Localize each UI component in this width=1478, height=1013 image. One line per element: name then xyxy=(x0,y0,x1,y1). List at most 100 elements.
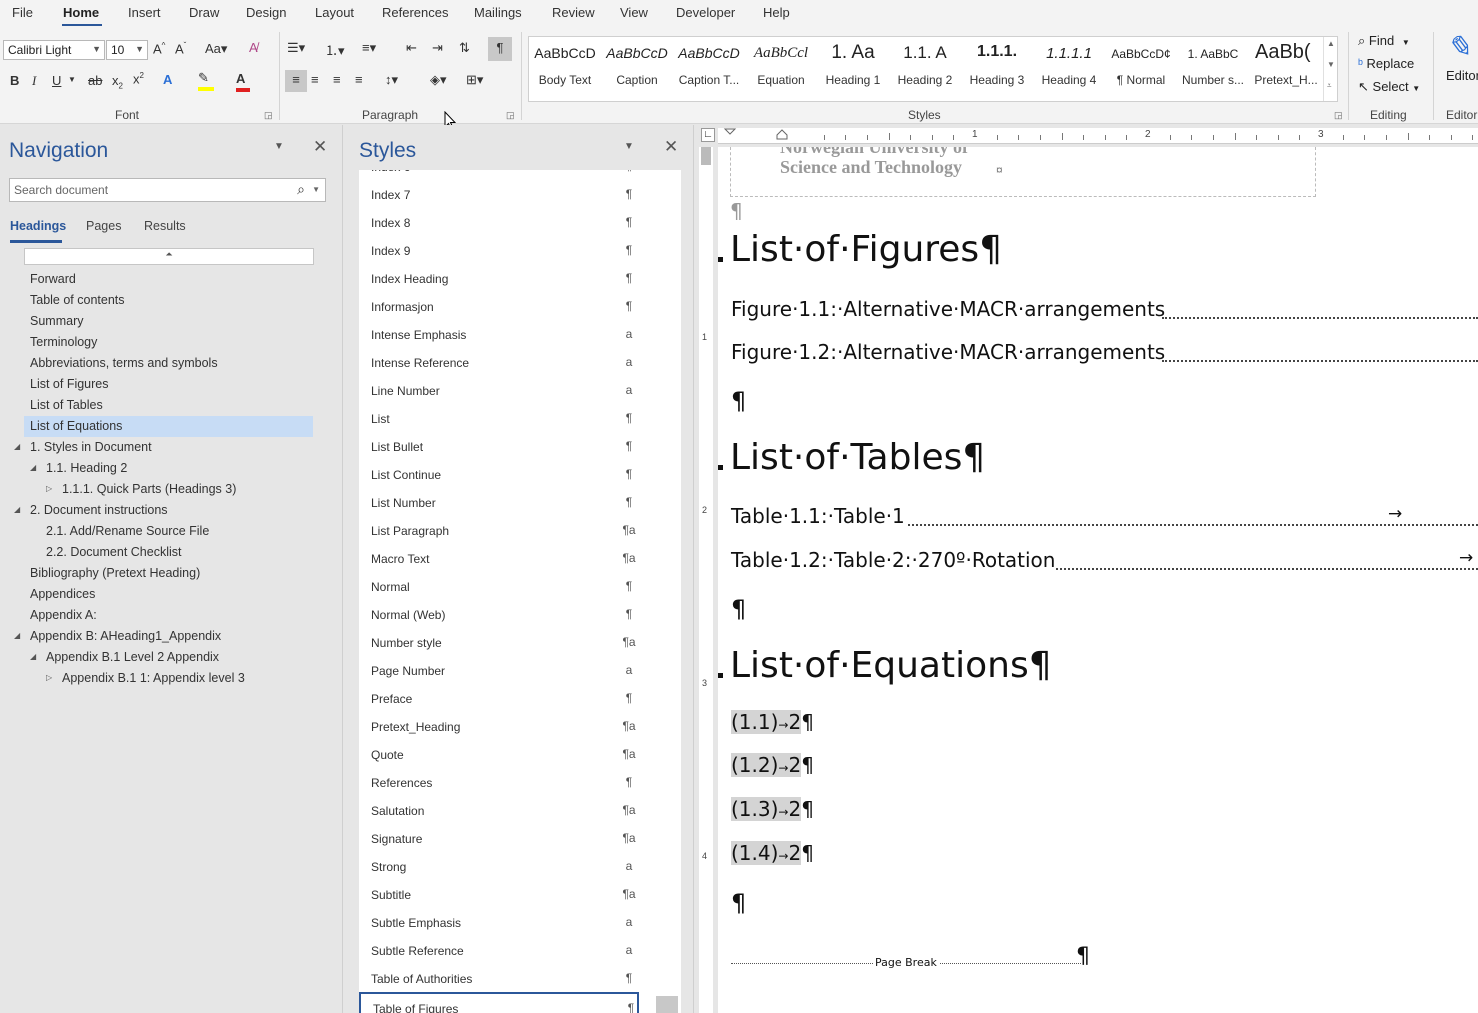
styles-dialog-launcher-icon[interactable]: ◲ xyxy=(1334,110,1343,121)
expanded-triangle-icon[interactable]: ◢ xyxy=(14,505,20,514)
pane-options-icon[interactable]: ▼ xyxy=(274,141,284,152)
line-spacing-icon[interactable]: ↕▾ xyxy=(385,72,398,88)
subscript-icon[interactable]: x2 xyxy=(112,73,123,91)
find-button[interactable]: ⌕ Find ▼ xyxy=(1358,33,1410,49)
search-input[interactable]: Search document ⌕ ▼ xyxy=(9,178,326,202)
align-left-icon[interactable]: ≡ xyxy=(285,70,307,92)
style-list-item[interactable]: Normal (Web) ¶ xyxy=(359,600,659,628)
tab-pages[interactable]: Pages xyxy=(86,219,121,233)
vertical-ruler[interactable]: 1 2 3 4 xyxy=(699,147,713,1013)
increase-indent-icon[interactable]: ⇥ xyxy=(432,40,443,56)
style-list-item[interactable]: List ¶ xyxy=(359,404,659,432)
collapsed-triangle-icon[interactable]: ▷ xyxy=(46,484,52,493)
style-list-item[interactable]: List Number ¶ xyxy=(359,488,659,516)
style-list-item[interactable]: Signature ¶a xyxy=(359,824,659,852)
style-list-item[interactable]: Subtitle ¶a xyxy=(359,880,659,908)
style-list-item[interactable]: Macro Text ¶a xyxy=(359,544,659,572)
pane-options-icon[interactable]: ▼ xyxy=(624,141,634,152)
styles-gallery-scrollbar[interactable]: ▲ ▼ ⩡ xyxy=(1323,37,1337,101)
figure-entry-1[interactable]: Figure·1.1:·Alternative·MACR·arrangement… xyxy=(731,297,1165,321)
table-entry-2[interactable]: Table·1.2:·Table·2:·270º·Rotation xyxy=(731,548,1055,572)
style-list-item[interactable]: Intense Reference a xyxy=(359,348,659,376)
nav-heading-item[interactable]: List of Figures xyxy=(24,374,313,395)
expanded-triangle-icon[interactable]: ◢ xyxy=(14,631,20,640)
equation-entry-4[interactable]: (1.4)→2¶ xyxy=(731,841,814,865)
nav-heading-item[interactable]: 2.2. Document Checklist xyxy=(24,542,313,563)
style-list-item[interactable]: Index 8 ¶ xyxy=(359,208,659,236)
style-tile-pretext-heading[interactable]: AaBb( Pretext_H... xyxy=(1249,37,1323,101)
menu-help[interactable]: Help xyxy=(763,5,790,20)
hanging-indent-marker-icon[interactable] xyxy=(773,128,791,144)
style-list-item[interactable]: Index Heading ¶ xyxy=(359,264,659,292)
style-tile-heading-1[interactable]: 1. Aa Heading 1 xyxy=(817,37,889,101)
style-list-item[interactable]: List Bullet ¶ xyxy=(359,432,659,460)
table-entry-1[interactable]: Table·1.1:·Table·1 xyxy=(731,504,905,528)
gallery-more-icon[interactable]: ⩡ xyxy=(1327,81,1332,91)
italic-icon[interactable]: I xyxy=(32,73,36,89)
text-effects-icon[interactable]: A xyxy=(163,72,172,87)
menu-mailings[interactable]: Mailings xyxy=(474,5,522,20)
document-page[interactable]: Norwegian University of Science and Tech… xyxy=(718,147,1478,1013)
style-list-item[interactable]: List Paragraph ¶a xyxy=(359,516,659,544)
change-case-icon[interactable]: Aa▾ xyxy=(205,41,227,57)
nav-heading-item[interactable]: ▷ 1.1.1. Quick Parts (Headings 3) xyxy=(24,479,313,500)
nav-heading-item[interactable]: List of Equations xyxy=(24,416,313,437)
style-tile-equation[interactable]: AaBbCcl Equation xyxy=(745,37,817,101)
grow-font-icon[interactable]: A^ xyxy=(153,41,165,56)
nav-heading-item[interactable]: Forward xyxy=(24,269,313,290)
bold-icon[interactable]: B xyxy=(10,73,19,88)
style-list-item[interactable]: Subtle Emphasis a xyxy=(359,908,659,936)
tab-results[interactable]: Results xyxy=(144,219,186,233)
nav-heading-item[interactable]: Appendix A: xyxy=(24,605,313,626)
nav-heading-item[interactable]: Bibliography (Pretext Heading) xyxy=(24,563,313,584)
nav-heading-item[interactable]: 2.1. Add/Rename Source File xyxy=(24,521,313,542)
scrollbar-thumb[interactable] xyxy=(656,996,678,1013)
nav-heading-item[interactable]: Table of contents xyxy=(24,290,313,311)
nav-heading-item[interactable]: ◢ 1. Styles in Document xyxy=(14,437,313,458)
clear-formatting-icon[interactable]: A̸ xyxy=(249,40,258,55)
style-list-item[interactable]: Pretext_Heading ¶a xyxy=(359,712,659,740)
paragraph-dialog-launcher-icon[interactable]: ◲ xyxy=(506,110,515,121)
style-list-item[interactable]: Line Number a xyxy=(359,376,659,404)
chevron-down-icon[interactable]: ▼ xyxy=(312,185,320,194)
nav-heading-item[interactable]: ▷ Appendix B.1 1: Appendix level 3 xyxy=(24,668,313,689)
menu-references[interactable]: References xyxy=(382,5,448,20)
align-center-icon[interactable]: ≡ xyxy=(311,72,319,87)
font-dialog-launcher-icon[interactable]: ◲ xyxy=(264,110,273,121)
style-list-item[interactable]: Intense Emphasis a xyxy=(359,320,659,348)
equation-entry-2[interactable]: (1.2)→2¶ xyxy=(731,753,814,777)
style-list-item[interactable]: Preface ¶ xyxy=(359,684,659,712)
style-list-item[interactable]: Table of Authorities ¶ xyxy=(359,964,659,992)
font-color-icon[interactable]: A xyxy=(236,71,250,92)
menu-home[interactable]: Home xyxy=(63,5,99,20)
strikethrough-icon[interactable]: ab xyxy=(88,73,102,88)
style-tile-normal[interactable]: AaBbCcD¢ ¶ Normal xyxy=(1105,37,1177,101)
style-list-item[interactable]: References ¶ xyxy=(359,768,659,796)
style-list-item[interactable]: Informasjon ¶ xyxy=(359,292,659,320)
editor-icon[interactable]: ✎ xyxy=(1446,30,1471,65)
justify-icon[interactable]: ≡ xyxy=(355,72,363,87)
close-icon[interactable]: ✕ xyxy=(664,137,678,157)
style-list-item[interactable]: Number style ¶a xyxy=(359,628,659,656)
multilevel-list-icon[interactable]: ≡▾ xyxy=(362,40,376,56)
nav-heading-item[interactable]: ◢ Appendix B: AHeading1_Appendix xyxy=(14,626,313,647)
collapsed-triangle-icon[interactable]: ▷ xyxy=(46,673,52,682)
menu-developer[interactable]: Developer xyxy=(676,5,735,20)
highlight-icon[interactable]: ✎ xyxy=(198,70,214,91)
font-size-combo[interactable]: 10 ▼ xyxy=(106,40,148,60)
menu-insert[interactable]: Insert xyxy=(128,5,161,20)
menu-layout[interactable]: Layout xyxy=(315,5,354,20)
nav-heading-item[interactable]: ◢ 1.1. Heading 2 xyxy=(24,458,313,479)
nav-heading-item[interactable]: Abbreviations, terms and symbols xyxy=(24,353,313,374)
shading-icon[interactable]: ◈▾ xyxy=(430,72,447,88)
borders-icon[interactable]: ⊞▾ xyxy=(466,72,483,88)
indent-marker-icon[interactable] xyxy=(722,128,740,144)
nav-heading-item[interactable]: List of Tables xyxy=(24,395,313,416)
style-tile-heading-2[interactable]: 1.1. A Heading 2 xyxy=(889,37,961,101)
sort-icon[interactable]: ⇅ xyxy=(459,40,470,56)
style-list-item[interactable]: Normal ¶ xyxy=(359,572,659,600)
nav-heading-item[interactable]: Summary xyxy=(24,311,313,332)
nav-heading-item[interactable]: Appendices xyxy=(24,584,313,605)
expanded-triangle-icon[interactable]: ◢ xyxy=(14,442,20,451)
nav-heading-item[interactable]: Terminology xyxy=(24,332,313,353)
